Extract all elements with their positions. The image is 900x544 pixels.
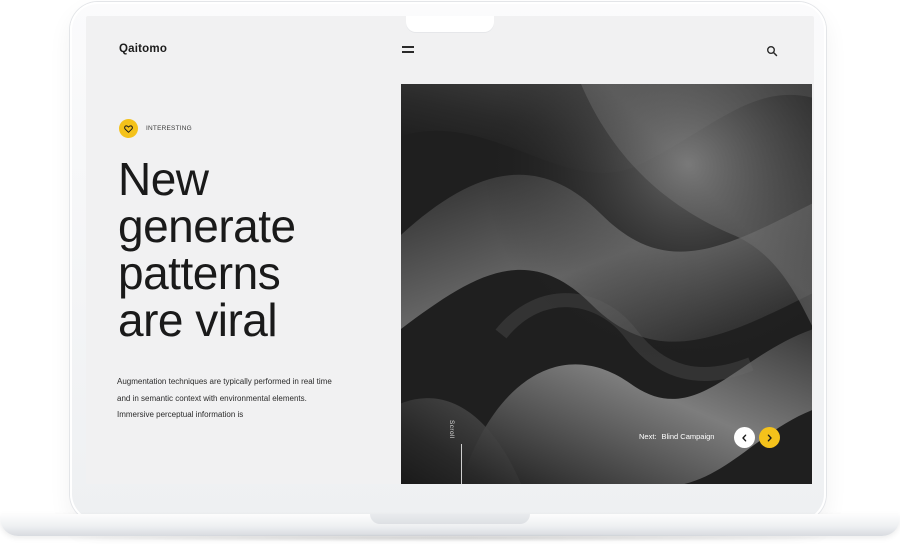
scroll-indicator-line	[461, 444, 462, 484]
heart-icon	[124, 124, 133, 133]
hamburger-menu-icon[interactable]	[402, 46, 414, 53]
brand-logo[interactable]: Qaitomo	[119, 43, 167, 55]
next-slide-button[interactable]	[759, 427, 780, 448]
headline-line: patterns	[118, 247, 281, 299]
tag-label: INTERESTING	[146, 125, 192, 132]
next-slide-title: Blind Campaign	[661, 432, 715, 441]
next-prefix: Next:	[639, 432, 657, 441]
hero-image: Scroll Next: Blind Campaign	[401, 84, 812, 484]
chevron-left-icon	[742, 434, 747, 441]
laptop-base-groove	[370, 514, 530, 524]
scroll-label: Scroll	[448, 420, 455, 439]
headline-line: are viral	[118, 294, 278, 346]
page-headline: New generate patterns are viral	[118, 156, 388, 344]
headline-line: generate	[118, 200, 296, 252]
next-slide-label[interactable]: Next: Blind Campaign	[639, 432, 714, 441]
search-icon[interactable]	[766, 44, 778, 57]
website-screen: Qaitomo INTERESTING New generate pattern…	[86, 16, 814, 484]
previous-slide-button[interactable]	[734, 427, 755, 448]
headline-line: New	[118, 153, 209, 205]
intro-paragraph: Augmentation techniques are typically pe…	[117, 377, 332, 419]
tag-badge	[119, 119, 138, 138]
laptop-shadow	[50, 534, 850, 542]
category-tag: INTERESTING	[119, 119, 192, 138]
abstract-pattern-image	[401, 84, 812, 484]
camera-notch	[406, 16, 494, 32]
chevron-right-icon	[767, 434, 772, 441]
